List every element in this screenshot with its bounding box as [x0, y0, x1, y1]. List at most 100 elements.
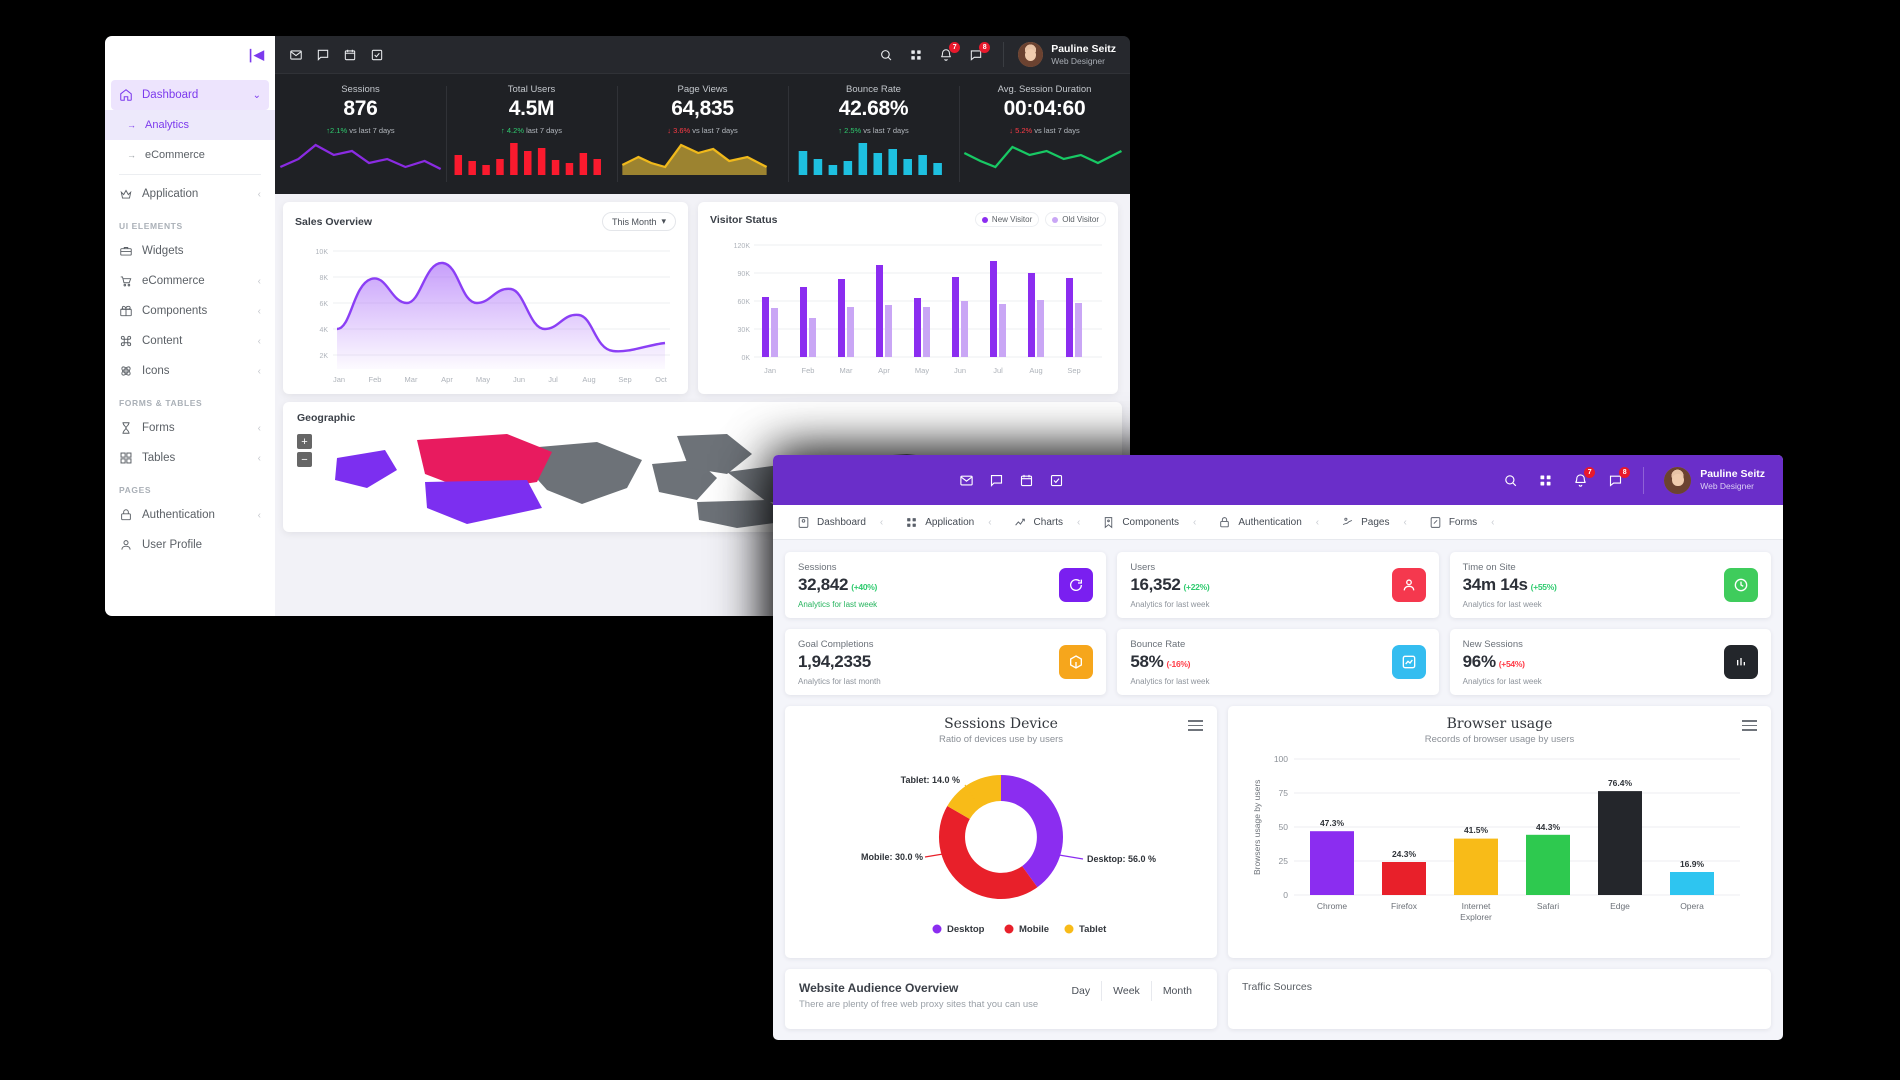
- stat-card-row-1: Sessions 32,842 (+40%) Analytics for last…: [785, 552, 1771, 618]
- nav-item-application[interactable]: Application: [897, 516, 982, 529]
- notifications-button[interactable]: 7: [1573, 466, 1596, 488]
- sidebar-item-components[interactable]: Components ‹: [105, 296, 275, 326]
- sidebar-scroll[interactable]: Dashboard ⌄ → Analytics → eCommerce Appl…: [105, 74, 275, 616]
- calendar-icon[interactable]: [1019, 473, 1034, 488]
- sidebar-item-user-profile[interactable]: User Profile: [105, 530, 275, 560]
- calendar-icon[interactable]: [343, 48, 357, 62]
- sidebar-item-label: Widgets: [142, 245, 184, 257]
- kpi-value: 876: [343, 97, 378, 120]
- sidebar-item-dashboard[interactable]: Dashboard ⌄: [111, 80, 269, 110]
- svg-text:Safari: Safari: [1537, 901, 1559, 911]
- legend-new-visitor[interactable]: New Visitor: [974, 212, 1040, 227]
- apps-icon[interactable]: [1538, 473, 1553, 488]
- sessions-device-card: Sessions Device Ratio of devices use by …: [785, 706, 1217, 958]
- collapse-icon[interactable]: ❘◀: [245, 47, 264, 63]
- svg-text:Jan: Jan: [333, 375, 345, 384]
- sidebar-item-widgets[interactable]: Widgets: [105, 236, 275, 266]
- user-name: Pauline Seitz: [1700, 468, 1765, 481]
- svg-text:Mar: Mar: [405, 375, 418, 384]
- mail-icon[interactable]: [289, 48, 303, 62]
- svg-text:Chrome: Chrome: [1317, 901, 1348, 911]
- sidebar-item-icons[interactable]: Icons ‹: [105, 356, 275, 386]
- map-zoom-out-button[interactable]: −: [297, 452, 312, 467]
- screenshot-stage: ❘◀ Dashboard ⌄ → Analytics → eCommerce A…: [0, 0, 1900, 1080]
- sidebar-item-content[interactable]: Content ‹: [105, 326, 275, 356]
- stat-sub: Analytics for last week: [1462, 599, 1542, 609]
- sidebar-item-application[interactable]: Application ‹: [105, 179, 275, 209]
- sidebar: ❘◀ Dashboard ⌄ → Analytics → eCommerce A…: [105, 36, 275, 616]
- segment-week[interactable]: Week: [1101, 981, 1151, 1001]
- messages-button[interactable]: 8: [969, 41, 991, 62]
- front-content: Sessions 32,842 (+40%) Analytics for last…: [773, 540, 1783, 1029]
- messages-button[interactable]: 8: [1608, 466, 1631, 488]
- sidebar-item-ecommerce-sub[interactable]: → eCommerce: [105, 140, 275, 170]
- sidebar-item-tables[interactable]: Tables ‹: [105, 443, 275, 473]
- sidebar-item-analytics[interactable]: → Analytics: [105, 110, 275, 140]
- legend-label: New Visitor: [991, 215, 1033, 224]
- svg-text:0K: 0K: [741, 355, 750, 362]
- nav-item-dashboard[interactable]: Dashboard: [789, 516, 874, 529]
- nav-item-charts[interactable]: Charts: [1006, 516, 1071, 529]
- front-topbar-right: 7 8 Pauline Seitz Web Designer: [1503, 466, 1765, 494]
- legend-label: Old Visitor: [1062, 215, 1099, 224]
- geographic-title: Geographic: [297, 412, 356, 424]
- chart-menu-icon[interactable]: [1742, 720, 1757, 734]
- svg-text:Jun: Jun: [513, 375, 525, 384]
- chat-icon[interactable]: [316, 48, 330, 62]
- arrow-icon: →: [127, 120, 136, 130]
- nav-item-forms[interactable]: Forms: [1421, 516, 1485, 529]
- chart-menu-icon[interactable]: [1188, 720, 1203, 734]
- sidebar-item-forms[interactable]: Forms ‹: [105, 413, 275, 443]
- segment-day[interactable]: Day: [1060, 981, 1101, 1001]
- sidebar-item-label: Application: [142, 188, 199, 200]
- stat-value: 16,352 (+22%): [1130, 575, 1209, 595]
- chevron-down-icon: ▾: [661, 216, 666, 226]
- apps-icon[interactable]: [909, 48, 923, 62]
- chevron-left-icon: ‹: [1193, 516, 1197, 528]
- segment-month[interactable]: Month: [1150, 981, 1203, 1001]
- svg-text:Explorer: Explorer: [1460, 912, 1492, 922]
- audience-range-segmented[interactable]: Day Week Month: [1060, 981, 1203, 1001]
- stat-delta: (+54%): [1498, 658, 1525, 669]
- svg-text:Sep: Sep: [618, 375, 631, 384]
- svg-text:Sep: Sep: [1067, 366, 1080, 375]
- stat-title: Bounce Rate: [1130, 638, 1186, 650]
- sales-overview-filter[interactable]: This Month ▾: [601, 212, 676, 231]
- legend-old-visitor[interactable]: Old Visitor: [1045, 212, 1106, 227]
- checklist-icon[interactable]: [370, 48, 384, 62]
- nav-item-pages[interactable]: Pages: [1333, 516, 1397, 529]
- website-audience-title: Website Audience Overview: [799, 981, 959, 995]
- search-icon[interactable]: [879, 48, 893, 62]
- chevron-left-icon: ‹: [1403, 516, 1407, 528]
- kpi-delta: ↑ 2.5% vs last 7 days: [838, 126, 908, 135]
- sessions-device-subtitle: Ratio of devices use by users: [938, 734, 1064, 745]
- checklist-icon[interactable]: [1049, 473, 1064, 488]
- kpi-delta-value: ↑ 4.2%: [501, 126, 524, 135]
- user-menu[interactable]: Pauline Seitz Web Designer: [1003, 42, 1116, 67]
- sidebar-item-authentication[interactable]: Authentication ‹: [105, 500, 275, 530]
- nav-item-authentication[interactable]: Authentication: [1210, 516, 1309, 529]
- avatar: [1018, 42, 1044, 67]
- sidebar-item-ecommerce[interactable]: eCommerce ‹: [105, 266, 275, 296]
- notifications-button[interactable]: 7: [939, 41, 961, 62]
- nav-item-components[interactable]: Components: [1094, 516, 1187, 529]
- stat-card-time-on-site: Time on Site 34m 14s (+55%) Analytics for…: [1449, 552, 1771, 618]
- kpi-sessions: Sessions 876 ↑2.1% vs last 7 days: [275, 74, 446, 194]
- search-icon[interactable]: [1503, 473, 1518, 488]
- sidebar-item-label: Forms: [142, 422, 175, 434]
- stat-title: Time on Site: [1462, 561, 1516, 573]
- map-zoom-in-button[interactable]: +: [297, 434, 312, 449]
- mail-icon[interactable]: [959, 473, 974, 488]
- user-menu[interactable]: Pauline Seitz Web Designer: [1643, 466, 1765, 494]
- kpi-delta-value: ↑ 2.5%: [838, 126, 862, 135]
- legend-desktop: Desktop: [947, 924, 985, 935]
- svg-text:2K: 2K: [319, 353, 328, 360]
- svg-text:120K: 120K: [734, 243, 751, 250]
- sidebar-item-label: Icons: [142, 365, 170, 377]
- chevron-left-icon: ‹: [257, 275, 261, 287]
- stat-title: Sessions: [798, 561, 837, 573]
- svg-text:Apr: Apr: [878, 366, 890, 375]
- messages-badge: 8: [979, 41, 991, 53]
- stat-number: 96%: [1462, 651, 1496, 671]
- chat-icon[interactable]: [989, 473, 1004, 488]
